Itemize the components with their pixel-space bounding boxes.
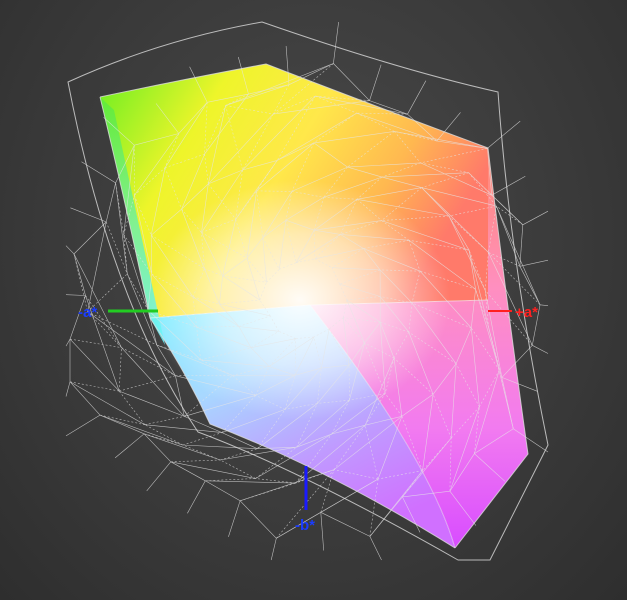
wireframe-edge [175,375,185,417]
neg-a-label: -a* [78,304,97,321]
wireframe-edge [170,461,256,479]
wireframe-edge [205,480,296,484]
wireframe-edge [73,253,122,348]
wireframe-edge [240,469,335,502]
wireframe-edge [270,538,277,561]
wireframe-edge [87,221,107,312]
wireframe-edge [65,294,86,296]
wireframe-edge [119,390,185,417]
wireframe-edge [320,512,371,537]
wireframe-edge [65,338,71,347]
wireframe-edge [87,311,157,346]
wireframe-edge [73,221,107,255]
wireframe-edge [118,347,122,392]
wireframe-edge [119,375,176,392]
wireframe-edge [69,338,120,392]
wireframe-edge [239,500,277,539]
wireframe-edge [369,64,382,101]
wireframe-edge [144,433,221,461]
wireframe-edge [170,461,206,482]
wireframe-edge [182,444,258,449]
wireframe-edge [105,182,116,222]
wireframe-edge [519,266,541,305]
wireframe-edge [187,480,206,514]
gamut-volume-plot: -a* +a* -b* [65,21,549,561]
gamut-3d-view[interactable]: -a* +a* -b* [0,0,627,600]
wireframe-edge [539,304,549,306]
wireframe-edge [519,259,549,267]
white-point-glow [150,180,450,420]
wireframe-edge [65,381,71,397]
wireframe-edge [99,414,183,446]
wireframe-edge [240,482,296,502]
wireframe-edge [65,245,75,255]
wireframe-edge [205,480,241,502]
neg-b-label: -b* [295,517,315,534]
wireframe-edge [146,461,172,492]
wireframe-edge [99,414,145,435]
pos-a-label: +a* [515,304,538,321]
wireframe-edge [144,416,185,425]
gamut-surface [100,64,528,549]
wireframe-edge [491,176,526,196]
wireframe-edge [320,512,324,551]
wireframe-edge [69,338,122,348]
wireframe-edge [143,433,172,463]
wireframe-edge [522,210,549,226]
wireframe-edge [228,500,241,537]
wireframe-edge [407,80,427,115]
wireframe-edge [487,120,521,149]
wireframe-edge [333,21,339,64]
wireframe-edge [65,414,101,437]
wireframe-edge [205,478,256,482]
wireframe-edge [170,459,221,463]
wireframe-edge [114,433,145,459]
wireframe-edge [144,424,223,433]
wireframe-edge [369,536,382,561]
wireframe-edge [220,459,256,479]
wireframe-edge [532,345,549,354]
wireframe-edge [276,478,379,539]
wireframe-edge [70,207,107,223]
wireframe-edge [73,253,86,296]
